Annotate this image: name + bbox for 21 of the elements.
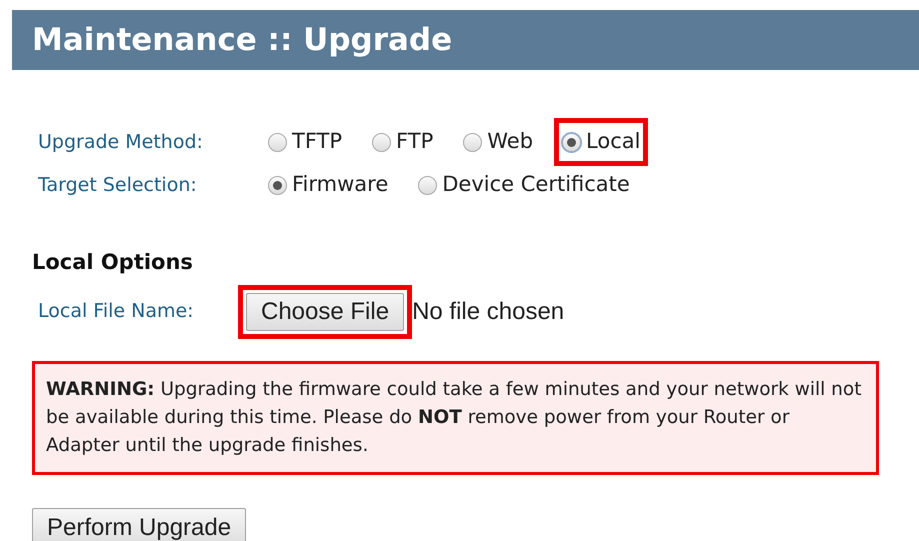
radio-label: Web [487,128,534,156]
radio-label: Local [586,128,640,156]
radio-label: Device Certificate [442,171,630,198]
file-status: No file chosen [412,296,564,326]
radio-label: TFTP [292,128,342,156]
field-label: Local File Name: [38,299,195,324]
radio-button[interactable] [463,132,482,152]
field-label: Target Selection: [38,172,198,198]
choose-file-button[interactable]: Choose File [246,292,404,330]
field-label: Upgrade Method: [38,130,204,155]
radio-button[interactable] [372,132,392,152]
radio-label: Firmware [292,171,388,198]
page-title: Maintenance :: Upgrade [32,20,452,60]
perform-upgrade-button[interactable]: Perform Upgrade [32,508,246,541]
radio-button[interactable] [268,132,287,152]
radio-button[interactable] [268,176,287,194]
section-heading: Local Options [32,249,194,276]
radio-button[interactable] [562,132,582,152]
warning-text: WARNING: Upgrading the firmware could take a few minutes and your network will not be available during this time. Please do NOT remove power from your Router or Adapter until the upgrade finishes. [46,378,862,458]
radio-button[interactable] [418,176,438,194]
radio-label: FTP [396,128,434,156]
